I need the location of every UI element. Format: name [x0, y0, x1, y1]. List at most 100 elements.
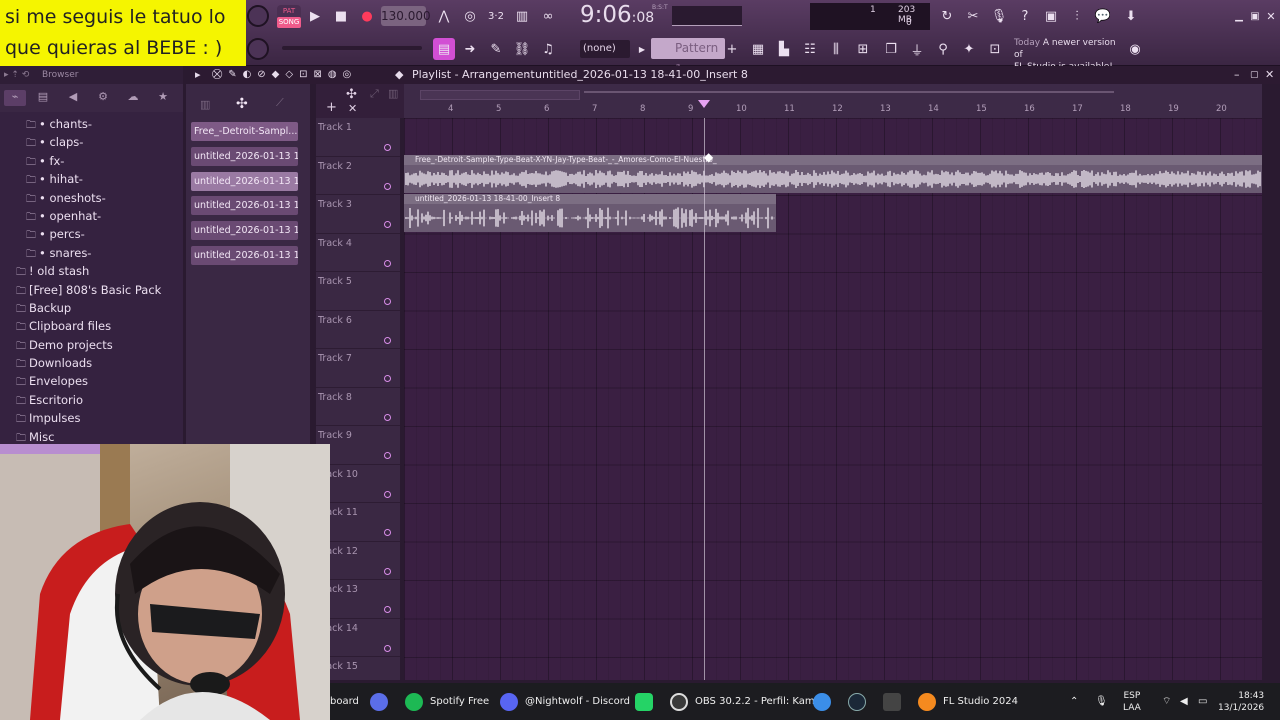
track-mute-icon[interactable] — [384, 144, 391, 151]
playlist-maximize-icon[interactable]: ▢ — [1250, 66, 1259, 84]
timeline-scrollbar[interactable] — [420, 90, 580, 100]
browser-item[interactable]: 🗀 Demo projects — [0, 336, 183, 354]
countdown-icon[interactable]: 3·2 — [485, 5, 507, 27]
taskbar-app[interactable] — [883, 683, 901, 720]
snap-selector[interactable]: (none) — [580, 40, 630, 58]
tray-mic-icon[interactable]: 🎙 — [1095, 683, 1108, 720]
picker-audio-icon[interactable]: ✣ — [236, 96, 248, 112]
piano-roll-icon[interactable]: ▙ — [773, 38, 795, 60]
track-mute-icon[interactable] — [384, 336, 391, 344]
help-icon[interactable]: ? — [1014, 5, 1036, 27]
tempo-display[interactable]: 130.000 — [381, 6, 431, 26]
playhead-marker-icon[interactable] — [698, 100, 710, 108]
track-mute-icon[interactable] — [384, 606, 391, 613]
browser-item[interactable]: 🗀 Impulses — [0, 409, 183, 427]
tray-language[interactable]: ESP LAA — [1123, 683, 1141, 720]
track-mute-icon[interactable] — [384, 298, 391, 305]
step-edit-icon[interactable]: ▥ — [511, 5, 533, 27]
picker-clip[interactable]: Free_-Detroit-Sampl... — [191, 122, 298, 141]
browser-item[interactable]: 🗀 • openhat- — [0, 207, 183, 225]
pattern-play-icon[interactable]: ▶ — [635, 38, 649, 60]
audio-clip-detroit[interactable]: Free_-Detroit-Sample-Type-Beat-X-YN-Jay-… — [404, 155, 1262, 193]
track-header[interactable]: Track 6 — [316, 311, 400, 349]
track-mute-icon[interactable] — [384, 567, 391, 575]
close-x-icon[interactable]: ✕ — [348, 102, 357, 115]
browser-item[interactable]: 🗀 [Free] 808's Basic Pack — [0, 281, 183, 299]
song-position-display[interactable]: 9:06:08 B:S:T — [580, 2, 668, 30]
track-header[interactable]: Track 5 — [316, 272, 400, 311]
update-notice[interactable]: Today A newer version of FL Studio is av… — [1014, 37, 1126, 72]
tray-overflow-icon[interactable]: ⌃ — [1070, 683, 1078, 720]
plug-icon[interactable]: ⏚ — [906, 38, 928, 60]
browser-item[interactable]: 🗀 Escritorio — [0, 391, 183, 409]
taskbar-copilot[interactable] — [813, 683, 831, 720]
audio-clip-insert8[interactable]: untitled_2026-01-13 18-41-00_Insert 8 — [404, 194, 776, 232]
channel-rack-icon[interactable]: ☷ — [799, 38, 821, 60]
timeline-ruler[interactable]: 4 5 6 7 8 9 10 11 12 13 14 15 16 17 18 19 20 — [404, 84, 1262, 118]
playlist-icon[interactable]: ▦ — [747, 38, 769, 60]
browser-plugin-icon[interactable]: ⚙ — [92, 90, 114, 106]
track-mute-icon[interactable] — [384, 221, 391, 228]
playhead[interactable] — [704, 118, 705, 680]
browser-cloud-icon[interactable]: ☁ — [122, 90, 144, 106]
link-icon[interactable]: ⛓ — [511, 38, 533, 60]
picker-clip[interactable]: untitled_2026-01-13 18-... — [191, 196, 298, 216]
track-mute-icon[interactable] — [384, 644, 391, 652]
microphone-icon[interactable]: 🎙 — [988, 5, 1010, 27]
playlist-tools-icon[interactable]: ⛒✎◐⊘◆◇⊡⊠◍◎ — [212, 66, 357, 84]
arrow-right-icon[interactable]: ➜ — [459, 38, 481, 60]
copy-icon[interactable]: ❐ — [880, 38, 902, 60]
track-header[interactable]: Track 8 — [316, 388, 400, 426]
close-icon[interactable]: ✕ — [1260, 5, 1280, 27]
taskbar-fl-studio[interactable]: FL Studio 2024 — [918, 683, 1018, 720]
tray-clock[interactable]: 18:43 13/1/2026 — [1218, 683, 1264, 720]
person-icon[interactable]: ⚲ — [932, 38, 954, 60]
play-icon[interactable]: ▶ — [304, 5, 326, 27]
track-header[interactable]: Track 1 — [316, 118, 400, 157]
track-header[interactable]: Track 7 — [316, 349, 400, 388]
browser-item[interactable]: 🗀 Downloads — [0, 354, 183, 372]
browser-item[interactable]: 🗀 • percs- — [0, 225, 183, 243]
track-mute-icon[interactable] — [384, 490, 391, 498]
playlist-menu-icon[interactable]: ▸ — [195, 66, 201, 84]
grid-icon[interactable]: ▥ — [388, 87, 398, 100]
browser-item[interactable]: 🗀 Envelopes — [0, 372, 183, 390]
picker-patterns-icon[interactable]: ▥ — [200, 98, 210, 111]
add-pattern-icon[interactable]: + — [725, 38, 739, 60]
horizontal-zoom[interactable] — [584, 91, 1114, 93]
playlist-view-icon[interactable]: ▤ — [433, 38, 455, 60]
track-mute-icon[interactable] — [384, 375, 391, 382]
wait-input-icon[interactable]: ◎ — [459, 5, 481, 27]
playlist-minimize-icon[interactable]: – — [1234, 66, 1240, 84]
track-mute-icon[interactable] — [384, 182, 391, 190]
taskbar-partial-app[interactable]: board — [330, 683, 359, 720]
track-header[interactable]: Track 3 — [316, 195, 400, 234]
picker-clip[interactable]: untitled_2026-01-13 18-... — [191, 171, 298, 191]
taskbar-discord[interactable]: @Nightwolf - Discord — [500, 683, 630, 720]
browser-item[interactable]: 🗀 • hihat- — [0, 170, 183, 188]
download-icon[interactable]: ⬇ — [1120, 5, 1142, 27]
breadcrumb-chevron-icon[interactable]: › — [728, 66, 732, 84]
master-pitch-slider[interactable] — [282, 46, 422, 50]
browser-item[interactable]: 🗀 • snares- — [0, 244, 183, 262]
browser-item[interactable]: 🗀 • chants- — [0, 115, 183, 133]
pat-song-toggle[interactable]: PAT SONG — [277, 5, 301, 29]
master-pitch-knob[interactable] — [247, 38, 269, 60]
stop-icon[interactable]: ■ — [330, 5, 352, 27]
browser-all-icon[interactable]: ⌁ — [4, 90, 26, 106]
track-header[interactable]: Track 4 — [316, 234, 400, 272]
browser-speaker-icon[interactable]: ◀ — [62, 90, 84, 106]
hierarchy-icon[interactable]: ⊞ — [852, 38, 874, 60]
pattern-selector[interactable]: Pattern 1 — [651, 38, 725, 76]
browser-nav-icon[interactable]: ▸ ⇡ ⟲ — [4, 66, 29, 84]
tools-icon[interactable]: ✂ — [962, 5, 984, 27]
mixer-view-icon[interactable]: ⫼ — [825, 38, 847, 60]
taskbar-steam[interactable] — [848, 683, 866, 720]
brush-icon[interactable]: ✎ — [485, 38, 507, 60]
vertical-scrollbar[interactable] — [1262, 84, 1280, 680]
picker-automation-icon[interactable]: ⟋ — [276, 96, 284, 110]
track-mute-icon[interactable] — [384, 452, 391, 459]
picker-clip[interactable]: untitled_2026-01-13 18-... — [191, 221, 298, 241]
track-mute-icon[interactable] — [384, 259, 391, 267]
browser-item[interactable]: 🗀 • claps- — [0, 133, 183, 151]
